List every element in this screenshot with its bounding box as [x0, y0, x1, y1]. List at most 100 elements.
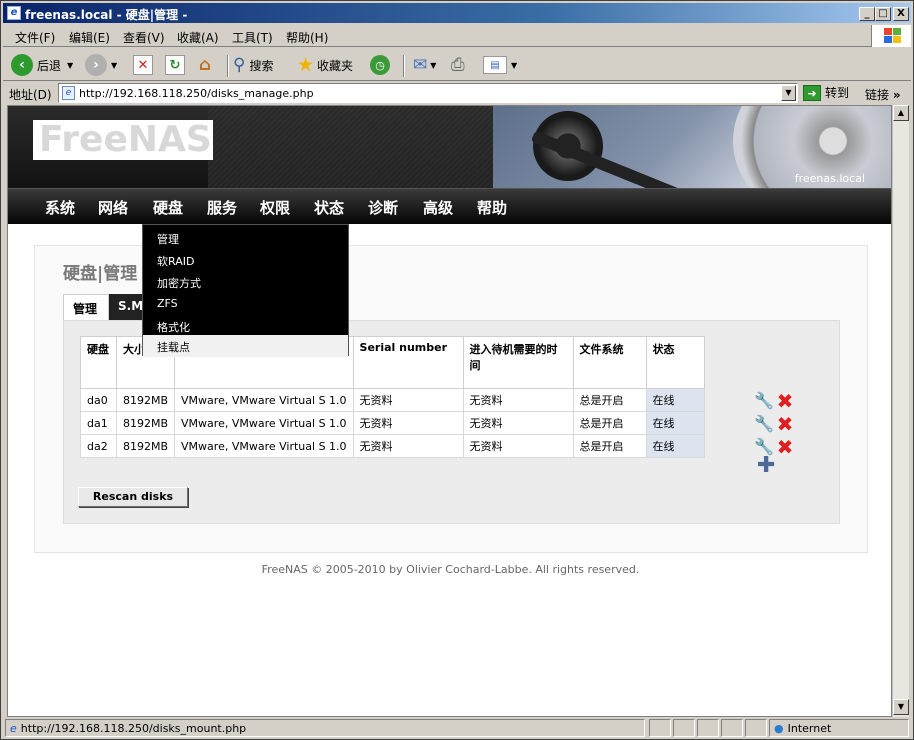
nav-services[interactable]: 服务 — [207, 197, 237, 218]
page-footer: FreeNAS © 2005-2010 by Olivier Cochard-L… — [261, 563, 640, 576]
history-button[interactable]: ◷ — [370, 53, 394, 77]
page-viewport: FreeNAS freenas.local 系统 网络 硬盘 服务 权限 状态 … — [7, 105, 892, 717]
nav-help[interactable]: 帮助 — [477, 197, 507, 218]
nav-network[interactable]: 网络 — [98, 197, 128, 218]
forward-button[interactable]: › ▼ — [85, 53, 117, 77]
chevron-right-icon: » — [892, 88, 901, 102]
printer-icon: ⎙ — [451, 55, 465, 75]
nav-disks[interactable]: 硬盘 — [153, 197, 183, 218]
star-icon: ★ — [297, 54, 315, 76]
cell-model: VMware, VMware Virtual S 1.0 — [174, 411, 354, 435]
search-button[interactable]: ⚲ 搜索 — [233, 53, 273, 77]
back-arrow-icon: ‹ — [11, 54, 33, 76]
menu-edit[interactable]: 编辑(E) — [69, 29, 110, 46]
dropdown-item-encryption[interactable]: 加密方式 — [157, 275, 201, 291]
address-input[interactable]: e http://192.168.118.250/disks_manage.ph… — [58, 83, 798, 103]
add-disk-icon[interactable]: ✚ — [757, 453, 775, 478]
cell-filesystem: 总是开启 — [572, 388, 647, 412]
tab-manage[interactable]: 管理 — [63, 294, 109, 320]
status-bar: e http://192.168.118.250/disks_mount.php … — [3, 718, 911, 738]
col-status: 状态 — [645, 336, 705, 389]
dropdown-item-format[interactable]: 格式化 — [157, 319, 190, 335]
cell-filesystem: 总是开启 — [572, 411, 647, 435]
links-button[interactable]: 链接 » — [865, 86, 901, 103]
go-arrow-icon: ➜ — [803, 84, 821, 101]
col-serial: Serial number — [352, 336, 464, 389]
cell-disk: da0 — [80, 388, 117, 412]
zone-pane: ● Internet — [769, 719, 909, 737]
maximize-button[interactable]: □ — [875, 7, 891, 21]
nav-system[interactable]: 系统 — [45, 197, 75, 218]
minimize-button[interactable]: _ — [859, 7, 875, 21]
cell-size: 8192MB — [115, 411, 176, 435]
dropdown-item-mount-point[interactable]: 挂载点 — [143, 335, 348, 357]
cell-status: 在线 — [645, 411, 705, 435]
menu-favorites[interactable]: 收藏(A) — [177, 29, 219, 46]
chevron-down-icon: ▼ — [430, 60, 437, 70]
cell-model: VMware, VMware Virtual S 1.0 — [174, 434, 354, 458]
cell-status: 在线 — [645, 388, 705, 412]
browser-window: e freenas.local - 硬盘|管理 - _ □ X 文件(F) 编辑… — [0, 0, 914, 740]
go-button[interactable]: ➜ 转到 — [803, 84, 849, 101]
dropdown-item-zfs[interactable]: ZFS — [157, 297, 178, 310]
cell-disk: da2 — [80, 434, 117, 458]
page-title: 硬盘|管理 — [63, 264, 138, 284]
history-icon: ◷ — [370, 55, 390, 75]
vertical-scrollbar[interactable]: ▲ ▼ — [892, 105, 909, 717]
close-button[interactable]: X — [893, 7, 909, 21]
scroll-down-icon[interactable]: ▼ — [893, 699, 909, 715]
wrench-icon[interactable]: 🔧 — [754, 414, 774, 433]
nav-diagnostics[interactable]: 诊断 — [368, 197, 398, 218]
rescan-disks-button[interactable]: Rescan disks — [78, 487, 188, 507]
page-icon: e — [62, 86, 75, 100]
refresh-button[interactable]: ↻ — [165, 53, 189, 77]
menu-view[interactable]: 查看(V) — [123, 29, 165, 46]
status-url: http://192.168.118.250/disks_mount.php — [20, 722, 247, 735]
delete-icon[interactable]: ✖ — [776, 437, 794, 457]
favorites-button[interactable]: ★ 收藏夹 — [297, 53, 353, 77]
col-disk: 硬盘 — [80, 336, 117, 389]
back-button[interactable]: ‹ 后退 ▼ — [11, 53, 73, 77]
menu-help[interactable]: 帮助(H) — [286, 29, 328, 46]
chevron-down-icon: ▼ — [511, 60, 518, 70]
stop-button[interactable]: ✕ — [133, 53, 157, 77]
table-row: da1 8192MB VMware, VMware Virtual S 1.0 … — [80, 411, 705, 435]
freenas-logo[interactable]: FreeNAS — [33, 120, 213, 160]
toolbar: ‹ 后退 ▼ › ▼ ✕ ↻ ⌂ ⚲ 搜索 ★ 收藏夹 ◷ ✉ ▼ ⎙ ▤ ▼ — [3, 49, 911, 81]
cell-serial: 无资料 — [352, 411, 464, 435]
address-dropdown-button[interactable]: ▼ — [781, 85, 796, 101]
table-row: da2 8192MB VMware, VMware Virtual S 1.0 … — [80, 434, 705, 458]
hostname: freenas.local — [794, 172, 865, 185]
home-icon: ⌂ — [198, 55, 212, 75]
nav-status[interactable]: 状态 — [314, 197, 344, 218]
chevron-down-icon: ▼ — [67, 60, 74, 70]
search-label: 搜索 — [249, 58, 274, 73]
dropdown-item-softraid[interactable]: 软RAID — [157, 253, 194, 269]
zone-label: Internet — [787, 722, 832, 735]
nav-advanced[interactable]: 高级 — [423, 197, 453, 218]
cell-size: 8192MB — [115, 388, 176, 412]
menu-file[interactable]: 文件(F) — [15, 29, 55, 46]
delete-icon[interactable]: ✖ — [776, 414, 794, 434]
cell-status: 在线 — [645, 434, 705, 458]
edit-button[interactable]: ▤ ▼ — [483, 53, 517, 77]
nav-access[interactable]: 权限 — [260, 197, 290, 218]
cell-serial: 无资料 — [352, 434, 464, 458]
chevron-down-icon: ▼ — [111, 60, 118, 70]
scroll-up-icon[interactable]: ▲ — [893, 105, 909, 121]
wrench-icon[interactable]: 🔧 — [754, 391, 774, 410]
home-button[interactable]: ⌂ — [195, 53, 219, 77]
delete-icon[interactable]: ✖ — [776, 391, 794, 411]
stop-icon: ✕ — [133, 55, 153, 75]
menu-tools[interactable]: 工具(T) — [232, 29, 273, 46]
window-title: freenas.local - 硬盘|管理 - — [25, 8, 188, 22]
address-label: 地址(D) — [9, 88, 52, 102]
ie-icon: e — [7, 6, 21, 20]
dropdown-item-manage[interactable]: 管理 — [157, 231, 179, 247]
print-button[interactable]: ⎙ — [451, 53, 465, 77]
site-header: FreeNAS freenas.local — [8, 106, 891, 188]
mail-button[interactable]: ✉ ▼ — [413, 53, 436, 77]
search-icon: ⚲ — [233, 55, 246, 75]
title-bar: e freenas.local - 硬盘|管理 - _ □ X — [3, 3, 911, 23]
refresh-icon: ↻ — [165, 55, 185, 75]
